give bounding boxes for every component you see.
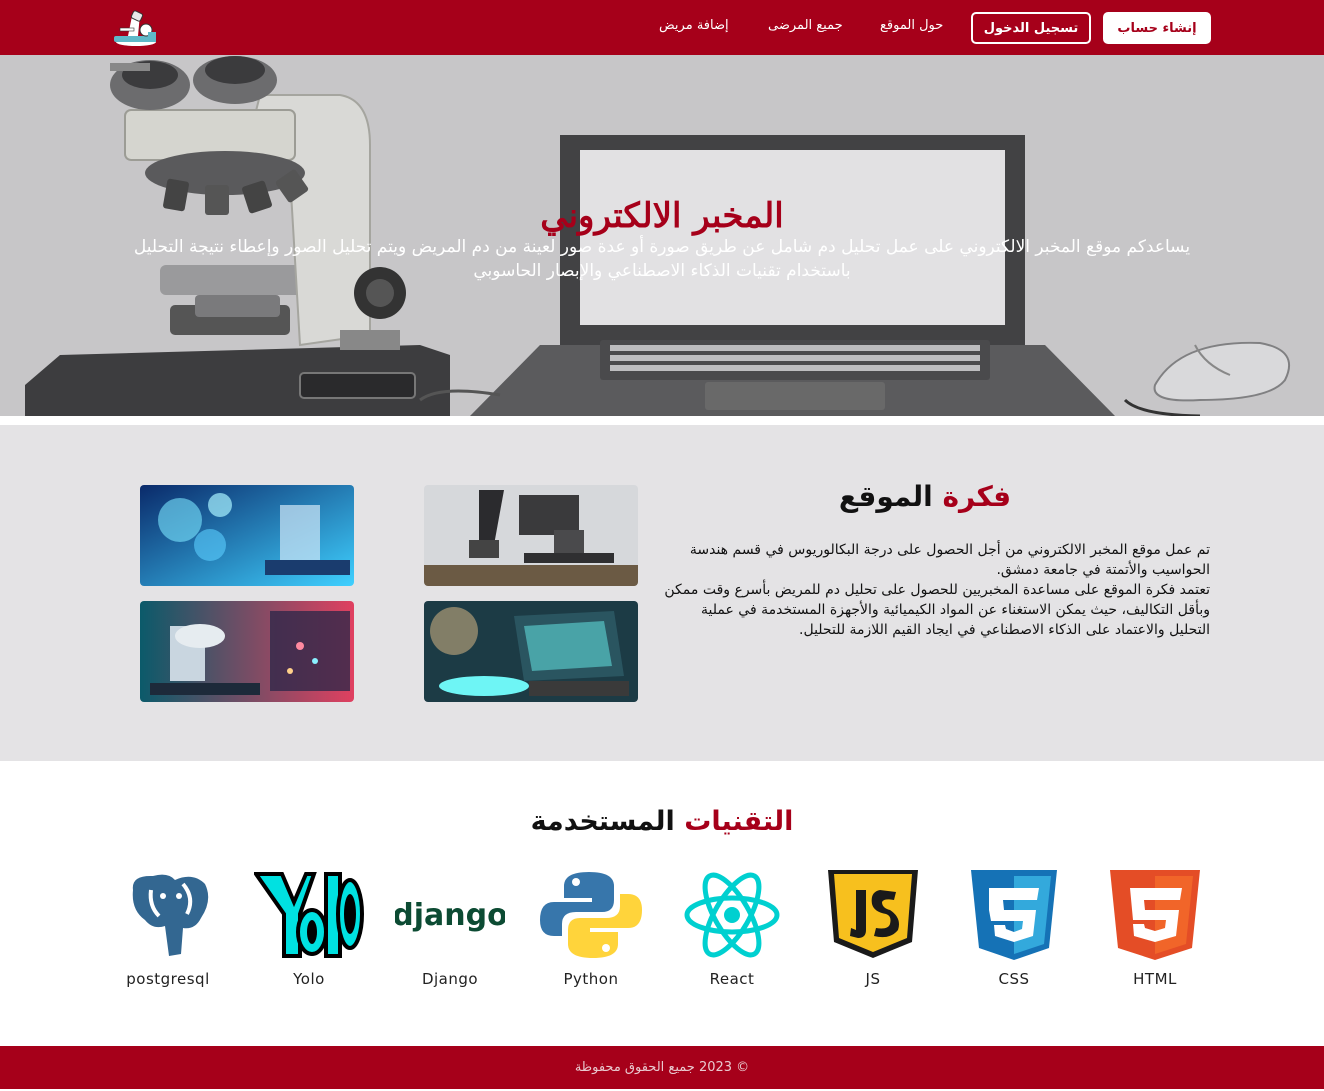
tech-label-postgresql: postgresql [126, 970, 210, 988]
tech-label-react: React [709, 970, 755, 988]
react-icon [684, 872, 780, 958]
python-icon [540, 872, 642, 958]
tech-title-rest: المستخدمة [530, 806, 675, 837]
tech-label-yolo: Yolo [293, 970, 325, 988]
tech-label-python: Python [563, 970, 619, 988]
hero-title: المخبر الالكتروني [540, 196, 784, 236]
tech-yolo: Yolo [249, 870, 369, 988]
tech-label-django: Django [421, 970, 479, 988]
css3-icon [971, 870, 1057, 960]
hero-banner: المخبر الالكتروني يساعدكم موقع المخبر ال… [0, 55, 1324, 416]
idea-title-accent: فكرة [942, 480, 1012, 513]
tech-react: React [672, 870, 792, 988]
footer-copyright: © 2023 جميع الحقوق محفوظة [574, 1060, 750, 1075]
tech-label-css: CSS [998, 970, 1030, 988]
tech-title-accent: التقنيات [684, 806, 794, 837]
idea-paragraph-2: تعتمد فكرة الموقع على مساعدة المخبريين ل… [664, 582, 1210, 638]
idea-title: فكرة الموقع [700, 480, 1150, 513]
login-button[interactable]: تسجيل الدخول [971, 12, 1091, 44]
tech-js: JS [813, 870, 933, 988]
django-icon: django [395, 898, 505, 933]
tech-title: التقنيات المستخدمة [0, 806, 1324, 837]
html5-icon [1110, 870, 1200, 960]
tech-postgresql: postgresql [108, 870, 228, 988]
tech-label-js: JS [865, 970, 881, 988]
footer: © 2023 جميع الحقوق محفوظة [0, 1046, 1324, 1089]
nav-link-add-patient[interactable]: إضافة مريض [659, 18, 729, 33]
tech-html: HTML [1095, 870, 1215, 988]
laptop-lab-image [424, 601, 638, 702]
signup-button[interactable]: إنشاء حساب [1103, 12, 1211, 44]
microscope-photo-image [424, 485, 638, 586]
idea-title-rest: الموقع [838, 480, 933, 513]
svg-text:django: django [395, 898, 505, 933]
idea-section: فكرة الموقع تم عمل موقع المخبر الالكترون… [0, 425, 1324, 761]
yolo-icon [254, 872, 364, 958]
idea-text: تم عمل موقع المخبر الالكتروني من أجل الح… [660, 540, 1210, 640]
hero-description: يساعدكم موقع المخبر الالكتروني على عمل ت… [133, 237, 1191, 281]
microscope-lab-image [140, 601, 354, 702]
tech-python: Python [531, 870, 651, 988]
nav-link-all-patients[interactable]: جميع المرضى [768, 18, 843, 33]
tech-css: CSS [954, 870, 1074, 988]
microscope-logo-icon[interactable] [110, 8, 162, 48]
js-icon [828, 870, 918, 958]
tech-label-html: HTML [1133, 970, 1177, 988]
idea-paragraph-1: تم عمل موقع المخبر الالكتروني من أجل الح… [689, 542, 1210, 578]
postgresql-icon [132, 874, 209, 956]
nav-link-about[interactable]: حول الموقع [880, 18, 943, 33]
tech-django: django Django [390, 870, 510, 988]
navbar: إنشاء حساب تسجيل الدخول حول الموقع جميع … [0, 0, 1324, 55]
blue-cells-microscope-image [140, 485, 354, 586]
